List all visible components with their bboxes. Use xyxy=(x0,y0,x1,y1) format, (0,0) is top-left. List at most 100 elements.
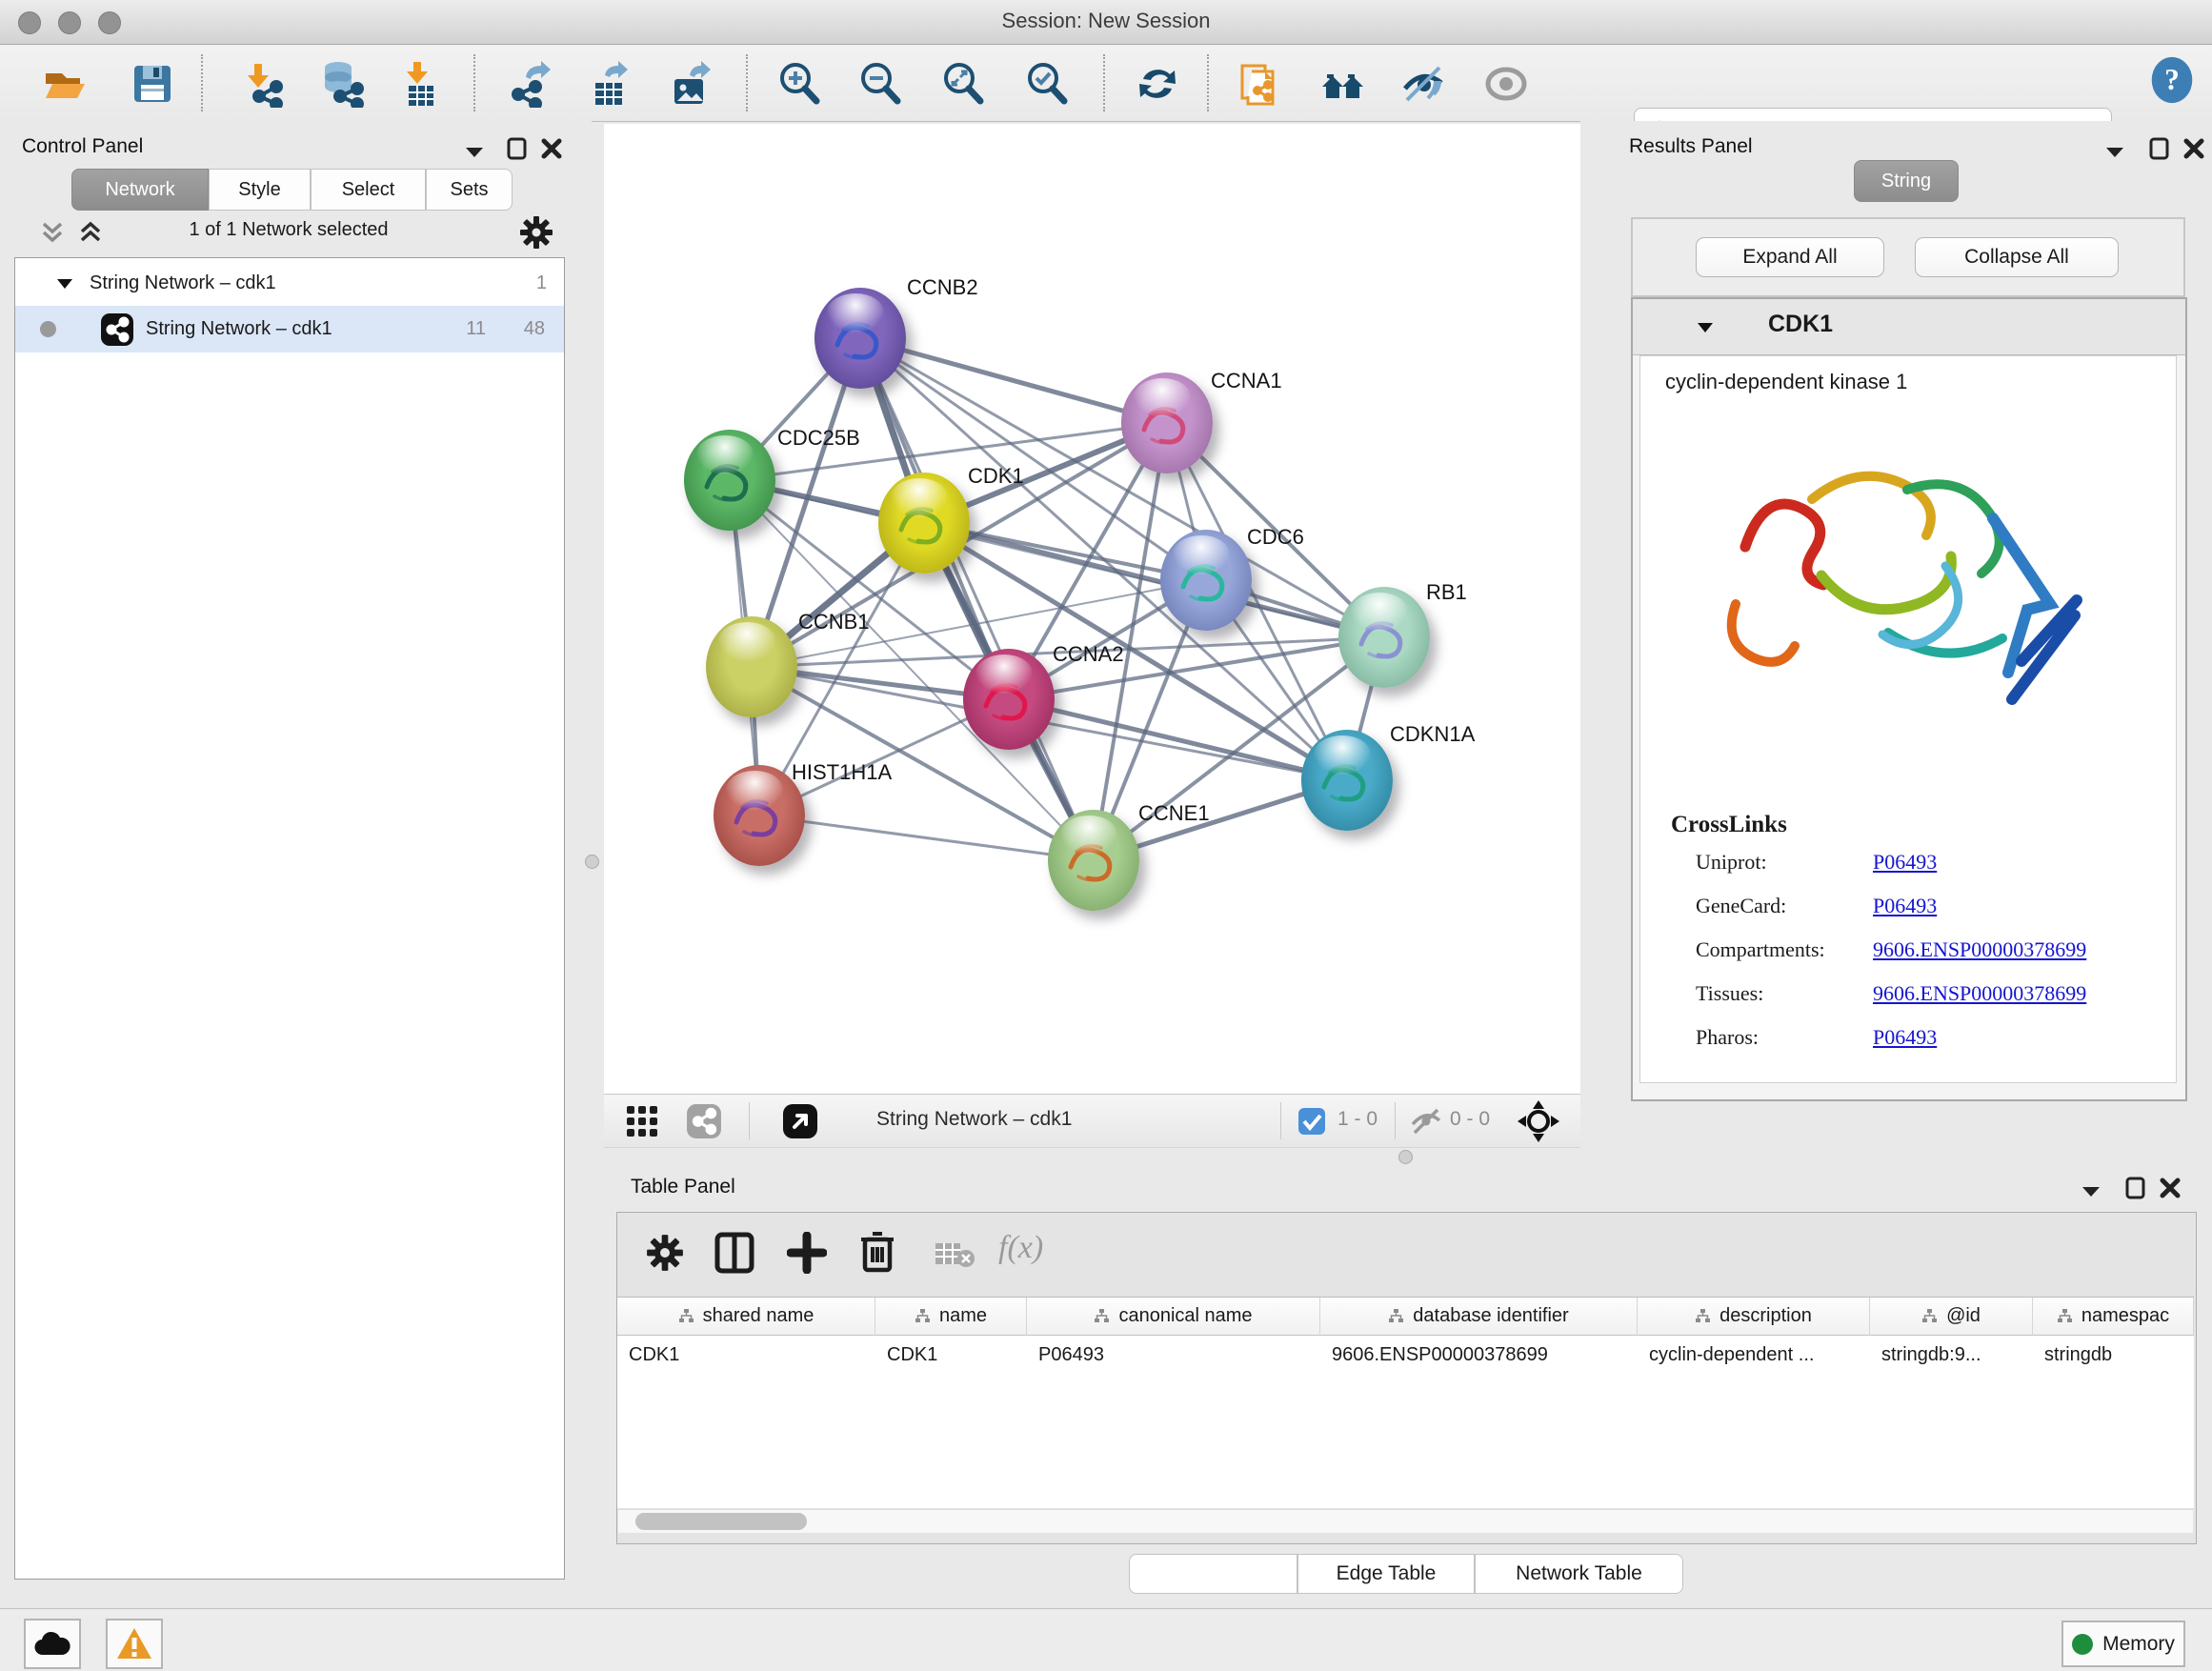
expander-icon[interactable] xyxy=(53,272,76,295)
crosslink-value[interactable]: 9606.ENSP00000378699 xyxy=(1873,937,2086,962)
table-cell[interactable]: CDK1 xyxy=(617,1336,875,1374)
tab-network-table[interactable]: Network Table xyxy=(1475,1554,1683,1594)
fit-content-crosshair-icon[interactable] xyxy=(1517,1099,1560,1143)
float-panel-icon[interactable] xyxy=(2147,136,2172,161)
tab-node-table[interactable]: Node Table xyxy=(1129,1554,1297,1594)
birdseye-icon[interactable] xyxy=(781,1102,819,1140)
svg-text:?: ? xyxy=(2164,63,2180,96)
show-columns-icon[interactable] xyxy=(714,1232,754,1274)
expand-all-button[interactable]: Expand All xyxy=(1696,237,1884,277)
close-panel-icon[interactable] xyxy=(2158,1176,2182,1200)
table-options-gear-icon[interactable] xyxy=(646,1234,684,1272)
string-home-icon[interactable] xyxy=(1319,60,1367,108)
function-builder-icon[interactable]: f(x) xyxy=(998,1230,1043,1266)
create-column-icon[interactable] xyxy=(787,1232,827,1274)
edge-HIST1H1A-CCNE1[interactable] xyxy=(759,815,1094,860)
tab-string[interactable]: String xyxy=(1854,160,1959,202)
panel-menu-icon[interactable] xyxy=(462,140,487,165)
warnings-button[interactable] xyxy=(106,1619,163,1669)
memory-button[interactable]: Memory xyxy=(2061,1621,2185,1667)
table-cell[interactable]: cyclin-dependent ... xyxy=(1638,1336,1870,1374)
tab-sets[interactable]: Sets xyxy=(426,169,513,211)
tab-style[interactable]: Style xyxy=(209,169,311,211)
scrollbar-thumb[interactable] xyxy=(635,1513,807,1530)
table-horizontal-scrollbar[interactable] xyxy=(618,1509,2193,1533)
tab-network[interactable]: Network xyxy=(71,169,209,211)
export-table-icon[interactable] xyxy=(586,60,633,108)
node-CDC6[interactable] xyxy=(1160,530,1252,631)
hidden-eye-icon[interactable] xyxy=(1410,1107,1442,1136)
delete-table-icon[interactable] xyxy=(934,1239,975,1268)
column-header-description[interactable]: description xyxy=(1638,1298,1870,1336)
save-session-icon[interactable] xyxy=(129,60,176,108)
grid-view-icon[interactable] xyxy=(626,1105,658,1137)
tab-select[interactable]: Select xyxy=(311,169,426,211)
node-CCNB1[interactable] xyxy=(706,616,797,717)
hide-unhide-icon[interactable] xyxy=(1399,60,1447,108)
export-network-icon[interactable] xyxy=(505,60,553,108)
node-gloss xyxy=(827,293,884,332)
float-panel-icon[interactable] xyxy=(2123,1176,2148,1200)
column-header--id[interactable]: @id xyxy=(1870,1298,2033,1336)
splitter-grip[interactable] xyxy=(1398,1150,1413,1164)
node-CCNB2[interactable] xyxy=(814,288,906,389)
edge-CCNA2-CDKN1A[interactable] xyxy=(1009,699,1347,780)
table-cell[interactable]: stringdb xyxy=(2033,1336,2194,1374)
node-CCNE1[interactable] xyxy=(1048,810,1139,911)
import-network-database-icon[interactable] xyxy=(317,60,365,108)
node-CCNA2[interactable] xyxy=(963,649,1055,750)
protein-section-header[interactable]: CDK1 xyxy=(1633,299,2185,355)
network-row-selected[interactable]: String Network – cdk1 11 48 xyxy=(15,306,564,352)
column-header-shared-name[interactable]: shared name xyxy=(617,1298,875,1336)
crosslink-value[interactable]: P06493 xyxy=(1873,850,1937,875)
node-CDK1[interactable] xyxy=(878,473,970,574)
close-panel-icon[interactable] xyxy=(2182,136,2206,161)
panel-menu-icon[interactable] xyxy=(2102,140,2127,165)
node-CCNA1[interactable] xyxy=(1121,372,1213,473)
zoom-out-icon[interactable] xyxy=(857,60,905,108)
network-collection-row[interactable]: String Network – cdk1 1 xyxy=(15,261,564,306)
edge-CCNB2-CCNE1[interactable] xyxy=(860,338,1094,860)
column-header-name[interactable]: name xyxy=(875,1298,1027,1336)
zoom-in-icon[interactable] xyxy=(776,60,824,108)
table-cell[interactable]: 9606.ENSP00000378699 xyxy=(1320,1336,1638,1374)
help-icon[interactable]: ? xyxy=(2148,56,2196,104)
selected-checkbox-icon[interactable] xyxy=(1297,1107,1326,1136)
table-cell[interactable]: P06493 xyxy=(1027,1336,1320,1374)
import-network-file-icon[interactable] xyxy=(238,60,286,108)
column-header-database-identifier[interactable]: database identifier xyxy=(1320,1298,1638,1336)
gear-icon[interactable] xyxy=(519,215,553,250)
column-header-canonical-name[interactable]: canonical name xyxy=(1027,1298,1320,1336)
show-graphics-icon[interactable] xyxy=(1482,60,1530,108)
export-image-icon[interactable] xyxy=(667,60,714,108)
collapse-all-button[interactable]: Collapse All xyxy=(1915,237,2119,277)
node-RB1[interactable] xyxy=(1338,587,1430,688)
table-cell[interactable]: stringdb:9... xyxy=(1870,1336,2033,1374)
panel-menu-icon[interactable] xyxy=(2079,1179,2103,1204)
open-session-icon[interactable] xyxy=(41,60,89,108)
apply-layout-icon[interactable] xyxy=(1134,60,1181,108)
node-CDC25B[interactable] xyxy=(684,430,775,531)
column-header-namespac[interactable]: namespac xyxy=(2033,1298,2194,1336)
delete-column-icon[interactable] xyxy=(857,1230,897,1274)
crosslink-value[interactable]: 9606.ENSP00000378699 xyxy=(1873,981,2086,1006)
zoom-selected-icon[interactable] xyxy=(1024,60,1072,108)
crosslink-value[interactable]: P06493 xyxy=(1873,1025,1937,1050)
clone-network-icon[interactable] xyxy=(1237,60,1284,108)
cloud-button[interactable] xyxy=(24,1619,81,1669)
warning-icon xyxy=(116,1627,152,1660)
node-CDKN1A[interactable] xyxy=(1301,730,1393,831)
close-panel-icon[interactable] xyxy=(539,136,564,161)
tab-edge-table[interactable]: Edge Table xyxy=(1297,1554,1475,1594)
crosslink-value[interactable]: P06493 xyxy=(1873,894,1937,918)
current-network-dot xyxy=(40,321,56,337)
table-cell[interactable]: CDK1 xyxy=(875,1336,1027,1374)
float-panel-icon[interactable] xyxy=(505,136,530,161)
network-canvas[interactable]: CCNB2 CCNA1 CDC25B CDK1 CDC6 RB1CCNB1 CC… xyxy=(604,124,1580,1094)
zoom-fit-icon[interactable] xyxy=(940,60,988,108)
collapse-section-icon[interactable] xyxy=(1694,316,1717,339)
splitter-grip[interactable] xyxy=(585,855,599,869)
node-table[interactable]: shared name name canonical name database… xyxy=(617,1297,2194,1508)
import-table-icon[interactable] xyxy=(395,60,443,108)
network-overview-icon[interactable] xyxy=(686,1103,722,1139)
